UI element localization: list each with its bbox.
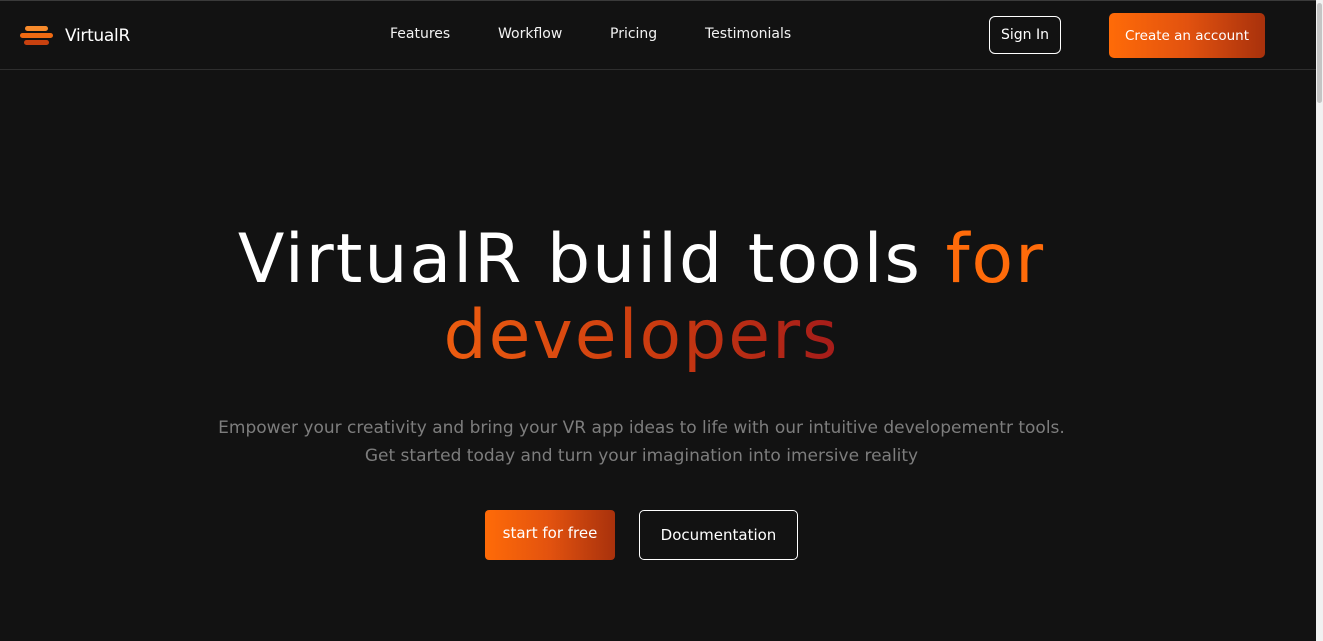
start-for-free-button[interactable]: start for free	[485, 510, 615, 560]
nav-link-workflow[interactable]: Workflow	[498, 26, 562, 42]
nav-link-pricing[interactable]: Pricing	[610, 26, 657, 42]
hero-title-highlight-developers: developers	[443, 296, 840, 375]
sign-in-button[interactable]: Sign In	[989, 16, 1061, 54]
hero-subtitle: Empower your creativity and bring your V…	[0, 414, 1283, 470]
top-navbar: VirtualR Features Workflow Pricing Testi…	[0, 1, 1316, 70]
hero-subtitle-line-1: Empower your creativity and bring your V…	[218, 418, 1065, 438]
hero-title-line-2: developers	[0, 298, 1283, 374]
brand-logo[interactable]: VirtualR	[20, 23, 130, 49]
brand-name: VirtualR	[65, 26, 130, 46]
hero-title: VirtualR build tools for developers	[0, 222, 1283, 374]
nav-link-features[interactable]: Features	[390, 26, 450, 42]
scrollbar-thumb[interactable]	[1317, 3, 1322, 103]
hero-title-line-1: VirtualR build tools for	[0, 222, 1283, 298]
hero-subtitle-line-2: Get started today and turn your imaginat…	[364, 446, 919, 466]
hero-title-main-text: VirtualR build tools	[237, 220, 946, 299]
nav-link-testimonials[interactable]: Testimonials	[705, 26, 791, 42]
hero-title-highlight-for: for	[945, 220, 1046, 299]
documentation-button[interactable]: Documentation	[639, 510, 798, 560]
layered-bars-logo-icon	[20, 25, 53, 47]
create-account-button[interactable]: Create an account	[1109, 13, 1265, 58]
landing-page: VirtualR Features Workflow Pricing Testi…	[0, 0, 1323, 641]
